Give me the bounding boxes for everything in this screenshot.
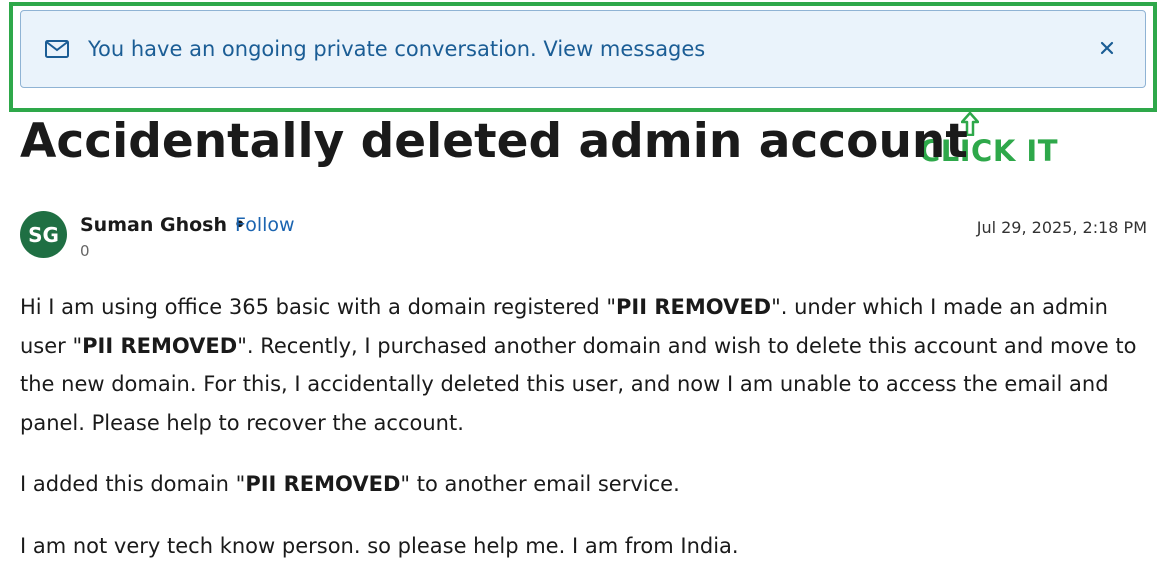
text-run: I added this domain "	[20, 472, 246, 496]
author-score: 0	[80, 242, 90, 260]
author-name[interactable]: Suman Ghosh •	[80, 214, 246, 236]
banner-message: You have an ongoing private conversation…	[88, 37, 705, 61]
redacted-text: PII REMOVED	[82, 333, 238, 358]
post-date: Jul 29, 2025, 2:18 PM	[976, 218, 1147, 237]
body-paragraph-2: I added this domain "PII REMOVED" to ano…	[20, 465, 1140, 504]
follow-link[interactable]: Follow	[235, 214, 295, 236]
banner-message-text: You have an ongoing private conversation…	[88, 37, 537, 61]
body-paragraph-1: Hi I am using office 365 basic with a do…	[20, 288, 1140, 442]
page-title: Accidentally deleted admin account	[20, 114, 968, 169]
post-body: Hi I am using office 365 basic with a do…	[20, 288, 1140, 588]
text-run: Hi I am using office 365 basic with a do…	[20, 295, 617, 319]
redacted-text: PII REMOVED	[616, 295, 772, 319]
mail-icon	[45, 40, 69, 58]
body-paragraph-3: I am not very tech know person. so pleas…	[20, 533, 739, 558]
close-icon[interactable]	[1097, 38, 1117, 58]
view-messages-link[interactable]: View messages	[543, 37, 705, 61]
avatar[interactable]: SG	[20, 211, 67, 258]
text-run: " to another email service.	[400, 472, 680, 496]
redacted-text: PII REMOVED	[245, 472, 401, 496]
author-row: SG Suman Ghosh • Follow 0 Jul 29, 2025, …	[20, 211, 1147, 263]
private-message-banner[interactable]: You have an ongoing private conversation…	[20, 10, 1146, 88]
author-name-text: Suman Ghosh	[80, 214, 227, 236]
